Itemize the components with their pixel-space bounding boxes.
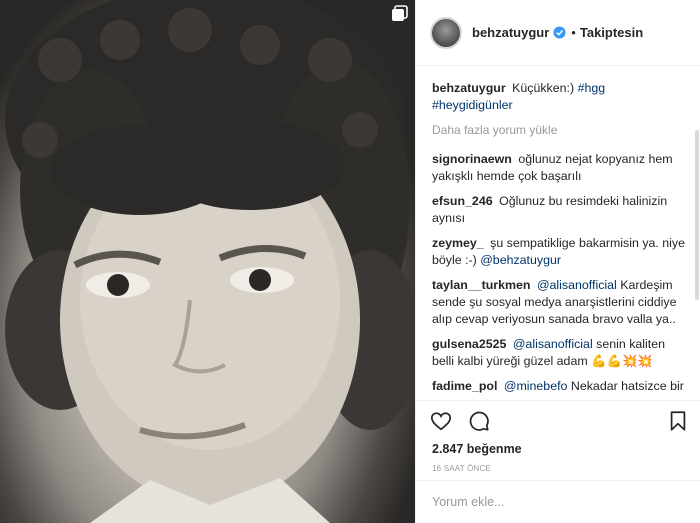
comment-username[interactable]: gulsena2525 (432, 337, 506, 351)
post-actions (416, 400, 700, 440)
post-timestamp: 16 SAAT ÖNCE (432, 464, 492, 473)
comment-item: gulsena2525 @alisanofficial senin kalite… (432, 336, 688, 370)
heart-icon[interactable] (430, 410, 452, 432)
comment-username[interactable]: fadime_pol (432, 379, 497, 393)
hashtag-link[interactable]: #hgg (578, 81, 606, 95)
hashtag-link[interactable]: #heygidigünler (432, 98, 513, 112)
comment-item: efsun_246 Oğlunuz bu resimdeki halinizin… (432, 193, 688, 227)
mention-link[interactable]: @alisanofficial (513, 337, 593, 351)
caption-text: Küçükken:) (512, 81, 575, 95)
comment-username[interactable]: taylan__turkmen (432, 278, 530, 292)
caption: behzatuygur Küçükken:) #hgg #heygidigünl… (432, 80, 688, 114)
comment-username[interactable]: efsun_246 (432, 194, 493, 208)
load-more-comments-button[interactable]: Daha fazla yorum yükle (432, 122, 688, 139)
comment-item: zeymey_ şu sempatiklige bakarmisin ya. n… (432, 235, 688, 269)
mention-link[interactable]: @behzatuygur (480, 253, 561, 267)
add-comment-bar (416, 480, 700, 523)
comments-list[interactable]: behzatuygur Küçükken:) #hgg #heygidigünl… (432, 80, 688, 398)
comment-username[interactable]: signorinaewn (432, 152, 512, 166)
comment-username[interactable]: zeymey_ (432, 236, 484, 250)
comment-item: fadime_pol @minebefo Nekadar hatsizce bi… (432, 378, 688, 398)
post-sidebar: behzatuygur • Takiptesin behzatuygur Küç… (415, 0, 700, 523)
mention-link[interactable]: @minebefo (504, 379, 568, 393)
avatar[interactable] (430, 16, 462, 49)
comment-icon[interactable] (468, 410, 490, 432)
separator-dot: • (571, 25, 576, 40)
follow-state-button[interactable]: Takiptesin (580, 25, 643, 40)
post-username[interactable]: behzatuygur (472, 25, 549, 40)
likes-count[interactable]: 2.847 beğenme (432, 442, 522, 456)
comment-item: signorinaewn oğlunuz nejat kopyanız hem … (432, 151, 688, 185)
comment-item: taylan__turkmen @alisanofficial Kardeşim… (432, 277, 688, 328)
caption-username[interactable]: behzatuygur (432, 81, 506, 95)
child-portrait-image (5, 0, 415, 523)
verified-badge-icon (553, 26, 566, 39)
post-photo[interactable] (0, 0, 415, 523)
comments-scrollbar[interactable] (695, 130, 699, 300)
mention-link[interactable]: @alisanofficial (537, 278, 617, 292)
bookmark-icon[interactable] (667, 410, 689, 432)
add-comment-input[interactable] (432, 495, 672, 509)
post-header: behzatuygur • Takiptesin (416, 0, 700, 66)
carousel-icon (392, 5, 408, 21)
